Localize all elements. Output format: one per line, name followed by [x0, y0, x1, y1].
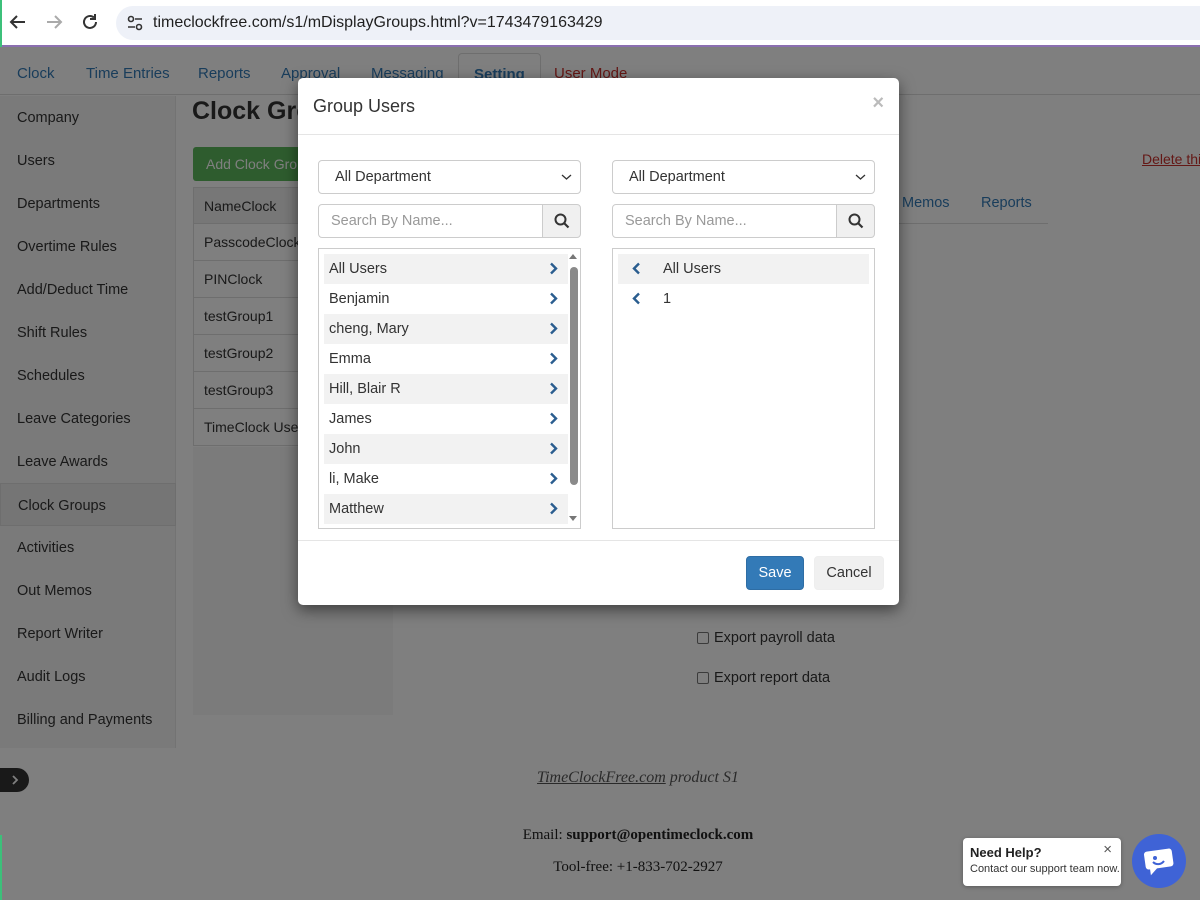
list-item[interactable]: Emma	[324, 344, 568, 374]
user-name: Hill, Blair R	[329, 381, 401, 397]
window-accent	[0, 835, 2, 900]
user-name: Emma	[329, 351, 371, 367]
right-department-select[interactable]: All Department	[612, 160, 875, 194]
user-name: All Users	[329, 261, 388, 277]
user-name: li, Make	[329, 471, 379, 487]
left-department-select[interactable]: All Department	[318, 160, 581, 194]
list-item[interactable]: All Users	[618, 254, 869, 284]
list-item[interactable]: Matthew	[324, 494, 568, 524]
user-name: Benjamin	[329, 291, 390, 307]
chevron-right-icon	[550, 352, 558, 365]
user-name: cheng, Mary	[329, 321, 409, 337]
chat-launcher-button[interactable]	[1132, 834, 1186, 888]
search-icon	[848, 213, 863, 229]
chevron-down-icon	[561, 174, 572, 180]
group-users-modal: Group Users × All Department Search By N…	[298, 78, 899, 605]
cancel-button[interactable]: Cancel	[814, 556, 884, 590]
reload-button[interactable]	[79, 11, 101, 33]
list-item[interactable]: James	[324, 404, 568, 434]
arrow-left-icon	[9, 15, 25, 29]
chevron-right-icon	[550, 502, 558, 515]
right-search-input[interactable]: Search By Name...	[612, 204, 837, 238]
close-icon[interactable]: ×	[1103, 841, 1112, 858]
available-users-scrollbar[interactable]	[567, 249, 580, 528]
chevron-right-icon	[550, 442, 558, 455]
chevron-left-icon	[632, 292, 640, 305]
chevron-left-icon	[632, 262, 640, 275]
save-button[interactable]: Save	[746, 556, 804, 590]
list-item[interactable]: cheng, Mary	[324, 314, 568, 344]
user-name: James	[329, 411, 372, 427]
search-icon	[554, 213, 569, 229]
list-item[interactable]: Hill, Blair R	[324, 374, 568, 404]
scroll-down-icon[interactable]	[568, 515, 578, 523]
left-department-value: All Department	[335, 169, 431, 185]
help-title: Need Help?	[970, 845, 1042, 860]
user-name: 1	[663, 291, 672, 307]
address-bar[interactable]: timeclockfree.com/s1/mDisplayGroups.html…	[116, 6, 1200, 40]
help-popup: Need Help? Contact our support team now.…	[963, 838, 1121, 886]
modal-title: Group Users	[313, 96, 416, 116]
chevron-right-icon	[550, 472, 558, 485]
left-search-button[interactable]	[542, 204, 581, 238]
close-icon[interactable]: ×	[872, 92, 884, 115]
right-department-value: All Department	[629, 169, 725, 185]
help-subtitle: Contact our support team now.	[970, 863, 1120, 875]
list-item[interactable]: John	[324, 434, 568, 464]
browser-toolbar: timeclockfree.com/s1/mDisplayGroups.html…	[0, 0, 1200, 47]
user-name: John	[329, 441, 361, 457]
back-button[interactable]	[7, 11, 29, 33]
chevron-right-icon	[550, 262, 558, 275]
chevron-down-icon	[855, 174, 866, 180]
list-item[interactable]: Benjamin	[324, 284, 568, 314]
left-search-input[interactable]: Search By Name...	[318, 204, 543, 238]
window-accent	[0, 0, 2, 47]
available-users-list: All Users Benjamin cheng, Mary Emma Hill…	[318, 248, 581, 529]
scroll-up-icon[interactable]	[568, 252, 578, 260]
modal-footer-divider	[298, 540, 899, 541]
list-item[interactable]: All Users	[324, 254, 568, 284]
list-item[interactable]: li, Make	[324, 464, 568, 494]
chevron-right-icon	[550, 322, 558, 335]
url-text: timeclockfree.com/s1/mDisplayGroups.html…	[153, 14, 603, 31]
list-item[interactable]: 1	[618, 284, 869, 314]
forward-button[interactable]	[43, 11, 65, 33]
site-settings-icon[interactable]	[126, 15, 144, 31]
scroll-thumb[interactable]	[570, 267, 578, 485]
chevron-right-icon	[550, 412, 558, 425]
arrow-right-icon	[47, 15, 63, 29]
chat-icon	[1144, 848, 1174, 876]
left-search: Search By Name...	[318, 204, 581, 238]
user-name: Matthew	[329, 501, 384, 517]
modal-header: Group Users ×	[298, 78, 899, 135]
user-name: All Users	[663, 261, 722, 277]
right-search-button[interactable]	[836, 204, 875, 238]
chevron-right-icon	[550, 382, 558, 395]
reload-icon	[83, 14, 97, 29]
right-search: Search By Name...	[612, 204, 875, 238]
chevron-right-icon	[550, 292, 558, 305]
selected-users-list: All Users 1	[612, 248, 875, 529]
